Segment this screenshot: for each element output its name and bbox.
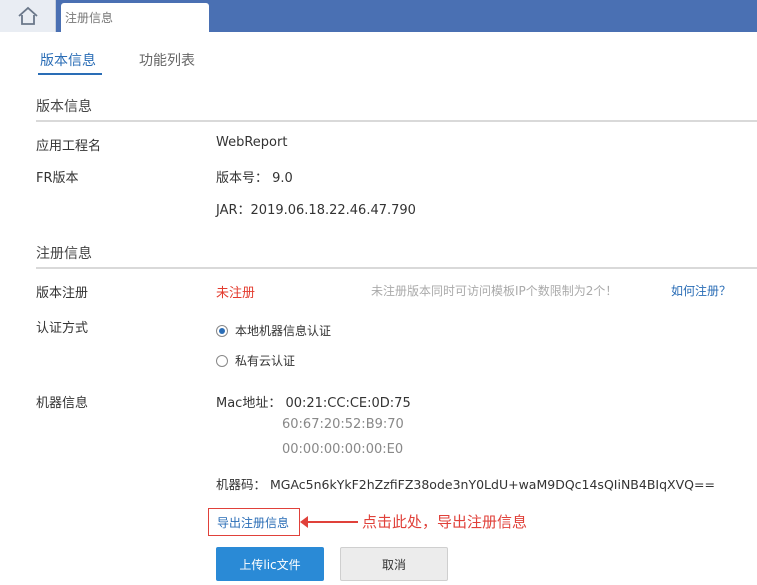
- register-status: 未注册: [216, 286, 256, 301]
- tab-register-info[interactable]: 注册信息: [61, 3, 209, 32]
- machine-info-label: 机器信息: [36, 396, 89, 411]
- version-number: 版本号： 9.0: [216, 171, 293, 186]
- auth-option-cloud-label: 私有云认证: [235, 354, 296, 368]
- version-section-divider: [36, 120, 757, 122]
- top-bar: 注册信息: [0, 0, 757, 32]
- auth-option-local[interactable]: 本地机器信息认证: [216, 322, 331, 339]
- register-hint: 未注册版本同时可访问模板IP个数限制为2个！: [371, 284, 618, 298]
- home-icon: [17, 6, 38, 25]
- how-to-register-link[interactable]: 如何注册？: [671, 282, 731, 299]
- jar-version: JAR：2019.06.18.22.46.47.790: [216, 203, 416, 218]
- app-name-label: 应用工程名: [36, 139, 102, 154]
- tab-feature-list[interactable]: 功能列表: [139, 50, 195, 70]
- radio-cloud[interactable]: [216, 354, 228, 367]
- register-section-divider: [36, 267, 757, 269]
- radio-local-checked[interactable]: [216, 324, 228, 337]
- register-section-title: 注册信息: [36, 246, 92, 262]
- cancel-button[interactable]: 取消: [340, 547, 448, 581]
- mac-address-3: 00:00:00:00:00:E0: [282, 442, 404, 457]
- auth-option-cloud[interactable]: 私有云认证: [216, 352, 295, 369]
- fr-version-label: FR版本: [36, 171, 79, 186]
- tab-version-info[interactable]: 版本信息: [40, 50, 96, 70]
- upload-lic-button[interactable]: 上传lic文件: [216, 547, 324, 581]
- auth-method-label: 认证方式: [36, 321, 89, 336]
- home-button[interactable]: [0, 0, 56, 32]
- sub-tab-bar: 版本信息 功能列表: [0, 32, 757, 76]
- annotation-arrow: [306, 521, 358, 523]
- version-section-title: 版本信息: [36, 99, 92, 115]
- mac-address-1: Mac地址： 00:21:CC:CE:0D:75: [216, 396, 411, 411]
- active-tab-indicator: [38, 73, 102, 75]
- machine-code: 机器码： MGAc5n6kYkF2hZzfiFZ38ode3nY0LdU+waM…: [216, 477, 715, 492]
- export-register-info-link[interactable]: 导出注册信息: [217, 514, 289, 531]
- app-name-value: WebReport: [216, 135, 288, 150]
- mac-address-2: 60:67:20:52:B9:70: [282, 417, 404, 432]
- version-register-label: 版本注册: [36, 286, 89, 301]
- auth-option-local-label: 本地机器信息认证: [235, 324, 332, 338]
- annotation-text: 点击此处，导出注册信息: [362, 513, 528, 531]
